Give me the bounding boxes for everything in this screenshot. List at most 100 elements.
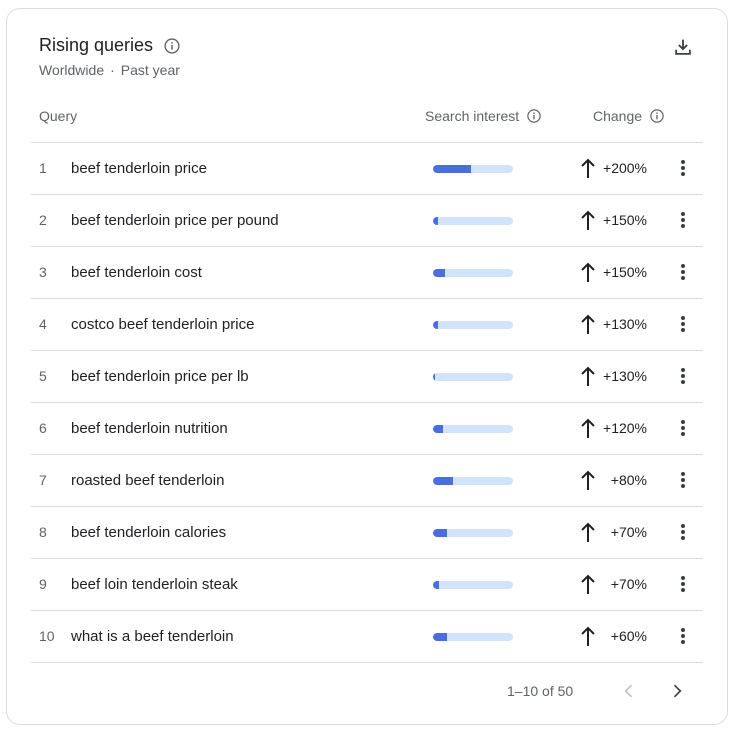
row-rank: 4 (39, 316, 47, 332)
table-row[interactable]: 2 beef tenderloin price per pound +150% (31, 195, 703, 247)
more-options-button[interactable] (677, 468, 689, 492)
arrow-up-icon (580, 365, 596, 387)
pagination-label: 1–10 of 50 (507, 683, 574, 699)
arrow-up-icon (580, 313, 596, 335)
change-value: +120% (603, 420, 647, 436)
row-rank: 7 (39, 472, 47, 488)
table-row[interactable]: 9 beef loin tenderloin steak +70% (31, 559, 703, 611)
change-value: +70% (610, 524, 647, 540)
table-row[interactable]: 7 roasted beef tenderloin +80% (31, 455, 703, 507)
query-link[interactable]: beef loin tenderloin steak (71, 559, 238, 610)
search-interest-bar (433, 477, 513, 485)
query-link[interactable]: beef tenderloin calories (71, 507, 226, 558)
query-link[interactable]: costco beef tenderloin price (71, 299, 254, 350)
download-button[interactable] (671, 35, 695, 59)
change-value: +130% (603, 368, 647, 384)
search-interest-bar (433, 581, 513, 589)
rising-queries-card: Rising queries Worldwide · Past year Query… (6, 8, 728, 725)
more-options-button[interactable] (677, 520, 689, 544)
arrow-up-icon (580, 417, 596, 439)
change-value: +150% (603, 212, 647, 228)
more-options-button[interactable] (677, 208, 689, 232)
search-interest-bar-fill (433, 165, 471, 173)
search-interest-bar (433, 633, 513, 641)
more-options-button[interactable] (677, 156, 689, 180)
search-interest-bar (433, 529, 513, 537)
table-row[interactable]: 6 beef tenderloin nutrition +120% (31, 403, 703, 455)
change-value: +70% (610, 576, 647, 592)
card-header: Rising queries Worldwide · Past year (39, 35, 181, 78)
change-value: +200% (603, 160, 647, 176)
card-title: Rising queries (39, 35, 154, 55)
query-link[interactable]: beef tenderloin price (71, 143, 207, 194)
query-list: 1 beef tenderloin price +200% 2 beef tenderl… (31, 143, 703, 663)
change-value: +60% (610, 628, 647, 644)
row-rank: 8 (39, 524, 47, 540)
row-rank: 5 (39, 368, 47, 384)
arrow-up-icon (580, 469, 596, 491)
more-vert-icon (680, 523, 686, 541)
subtitle-separator: · (110, 62, 115, 78)
search-interest-bar-fill (433, 425, 444, 433)
pagination: 1–10 of 50 (31, 671, 703, 711)
search-interest-bar-fill (433, 477, 453, 485)
arrow-up-icon (580, 521, 596, 543)
table-row[interactable]: 4 costco beef tenderloin price +130% (31, 299, 703, 351)
card-subtitle: Worldwide · Past year (39, 62, 181, 78)
table-row[interactable]: 3 beef tenderloin cost +150% (31, 247, 703, 299)
row-rank: 6 (39, 420, 47, 436)
info-icon[interactable] (526, 108, 542, 124)
more-vert-icon (680, 575, 686, 593)
more-vert-icon (680, 471, 686, 489)
chevron-left-icon (619, 681, 639, 701)
arrow-up-icon (580, 625, 596, 647)
row-rank: 10 (39, 628, 55, 644)
search-interest-bar (433, 373, 513, 381)
table-row[interactable]: 10 what is a beef tenderloin +60% (31, 611, 703, 663)
more-vert-icon (680, 315, 686, 333)
more-options-button[interactable] (677, 416, 689, 440)
download-icon (672, 36, 694, 58)
more-vert-icon (680, 263, 686, 281)
column-header-change: Change (593, 96, 665, 136)
previous-page-button[interactable] (617, 679, 641, 703)
search-interest-bar (433, 425, 513, 433)
next-page-button[interactable] (665, 679, 689, 703)
table-row[interactable]: 5 beef tenderloin price per lb +130% (31, 351, 703, 403)
info-icon[interactable] (649, 108, 665, 124)
more-options-button[interactable] (677, 312, 689, 336)
more-options-button[interactable] (677, 624, 689, 648)
query-link[interactable]: roasted beef tenderloin (71, 455, 224, 506)
more-vert-icon (680, 367, 686, 385)
table-row[interactable]: 1 beef tenderloin price +200% (31, 143, 703, 195)
more-options-button[interactable] (677, 260, 689, 284)
search-interest-bar-fill (433, 581, 439, 589)
arrow-up-icon (580, 261, 596, 283)
more-vert-icon (680, 419, 686, 437)
table-header: Query Search interest Change (31, 96, 703, 143)
query-link[interactable]: beef tenderloin nutrition (71, 403, 228, 454)
search-interest-bar (433, 321, 513, 329)
arrow-up-icon (580, 573, 596, 595)
more-options-button[interactable] (677, 364, 689, 388)
row-rank: 9 (39, 576, 47, 592)
arrow-up-icon (580, 209, 596, 231)
chevron-right-icon (667, 681, 687, 701)
query-link[interactable]: what is a beef tenderloin (71, 611, 234, 662)
row-rank: 3 (39, 264, 47, 280)
query-link[interactable]: beef tenderloin cost (71, 247, 202, 298)
table-row[interactable]: 8 beef tenderloin calories +70% (31, 507, 703, 559)
more-options-button[interactable] (677, 572, 689, 596)
search-interest-bar (433, 217, 513, 225)
query-link[interactable]: beef tenderloin price per lb (71, 351, 249, 402)
query-link[interactable]: beef tenderloin price per pound (71, 195, 279, 246)
search-interest-bar-fill (433, 321, 438, 329)
search-interest-bar-fill (433, 269, 445, 277)
more-vert-icon (680, 159, 686, 177)
search-interest-bar-fill (433, 529, 448, 537)
info-icon[interactable] (163, 37, 181, 55)
change-value: +130% (603, 316, 647, 332)
column-header-search-interest: Search interest (425, 96, 542, 136)
search-interest-bar (433, 165, 513, 173)
period-label: Past year (120, 62, 180, 78)
